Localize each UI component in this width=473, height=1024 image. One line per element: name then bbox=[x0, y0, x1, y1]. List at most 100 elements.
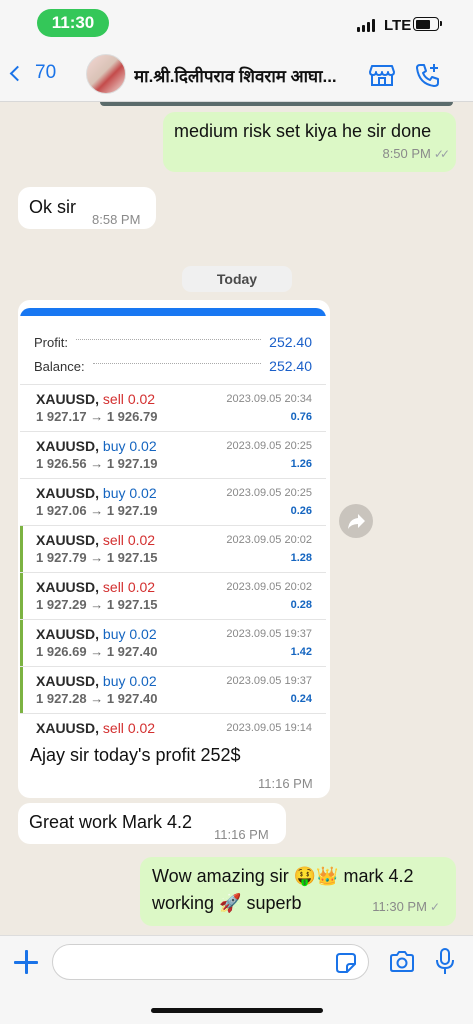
chevron-left-icon bbox=[9, 65, 26, 81]
trade-prices: 1 926.69 → 1 927.40 bbox=[36, 644, 158, 659]
trade-prices: 1 927.17 → 1 926.79 bbox=[36, 409, 158, 424]
message-text: Ok sir bbox=[29, 197, 76, 217]
message-time: 11:16 PM bbox=[214, 827, 269, 842]
trade-symbol-line: XAUUSD, buy 0.02 bbox=[36, 626, 157, 642]
profit-row: Profit: 252.40 bbox=[34, 330, 312, 354]
balance-row: Balance: 252.40 bbox=[34, 354, 312, 378]
trade-date: 2023.09.05 20:02 bbox=[226, 534, 312, 546]
home-indicator bbox=[151, 1008, 323, 1013]
trade-row: XAUUSD, sell 0.02 2023.09.05 19:14 bbox=[20, 713, 326, 740]
trade-profit: 1.28 bbox=[290, 552, 312, 564]
message-incoming[interactable]: Ok sir 8:58 PM bbox=[18, 187, 156, 229]
message-text: Great work Mark 4.2 bbox=[29, 812, 193, 832]
trade-prices: 1 927.29 → 1 927.15 bbox=[36, 597, 158, 612]
plus-icon[interactable] bbox=[14, 950, 38, 974]
trade-lot: 0.02 bbox=[127, 720, 156, 736]
message-outgoing[interactable]: Wow amazing sir 🤑👑 mark 4.2 working 🚀 su… bbox=[140, 857, 456, 926]
forward-icon bbox=[348, 514, 365, 529]
message-meta: 8:50 PM ✓✓ bbox=[382, 141, 450, 167]
trade-side: buy bbox=[102, 438, 126, 454]
card-header-strip bbox=[20, 308, 326, 316]
trade-history-screenshot[interactable]: Profit: 252.40 Balance: 252.40 XAUUSD, s… bbox=[20, 308, 326, 740]
trade-prices: 1 927.79 → 1 927.15 bbox=[36, 550, 158, 565]
camera-icon[interactable] bbox=[388, 949, 416, 975]
trade-profit: 0.26 bbox=[290, 505, 312, 517]
message-time: 11:16 PM bbox=[258, 776, 313, 791]
account-summary: Profit: 252.40 Balance: 252.40 bbox=[20, 316, 326, 384]
message-time: 11:30 PM bbox=[372, 899, 427, 914]
status-time: 11:30 bbox=[37, 9, 109, 37]
message-text-line1: Wow amazing sir 🤑👑 mark 4.2 bbox=[152, 866, 414, 886]
trade-symbol-line: XAUUSD, sell 0.02 bbox=[36, 579, 155, 595]
trade-symbol-line: XAUUSD, sell 0.02 bbox=[36, 532, 155, 548]
contact-name[interactable]: मा.श्री.दिलीपराव शिवराम आघा... bbox=[134, 64, 356, 87]
trade-date: 2023.09.05 19:37 bbox=[226, 628, 312, 640]
trade-profit: 0.28 bbox=[290, 599, 312, 611]
trade-prices: 1 927.06 → 1 927.19 bbox=[36, 503, 158, 518]
previous-media-edge bbox=[100, 102, 453, 106]
message-meta: 11:30 PM ✓ bbox=[372, 894, 440, 920]
unread-count: 70 bbox=[35, 62, 57, 83]
profit-label: Profit: bbox=[34, 334, 68, 350]
trade-lot: 0.02 bbox=[129, 626, 157, 642]
trade-symbol: XAUUSD, bbox=[36, 673, 100, 689]
trade-row: XAUUSD, buy 0.02 1 927.06 → 1 927.19 2023.… bbox=[20, 478, 326, 525]
balance-label: Balance: bbox=[34, 358, 85, 374]
trade-row: XAUUSD, buy 0.02 1 926.69 → 1 927.40 2023.… bbox=[20, 619, 326, 666]
trade-profit: 1.26 bbox=[290, 458, 312, 470]
trade-date: 2023.09.05 20:02 bbox=[226, 581, 312, 593]
read-ticks-icon: ✓✓ bbox=[433, 147, 450, 161]
trade-lot: 0.02 bbox=[129, 438, 157, 454]
trade-side: sell bbox=[102, 532, 124, 548]
sent-tick-icon: ✓ bbox=[429, 900, 440, 914]
shop-icon[interactable] bbox=[368, 62, 396, 88]
trade-lot: 0.02 bbox=[127, 532, 156, 548]
trade-lot: 0.02 bbox=[129, 485, 157, 501]
balance-value: 252.40 bbox=[269, 358, 312, 374]
trade-row: XAUUSD, sell 0.02 1 927.79 → 1 927.15 2023… bbox=[20, 525, 326, 572]
avatar[interactable] bbox=[86, 54, 126, 94]
message-input[interactable] bbox=[52, 944, 369, 980]
trade-date: 2023.09.05 20:25 bbox=[226, 440, 312, 452]
trade-date: 2023.09.05 19:37 bbox=[226, 675, 312, 687]
trade-profit: 1.42 bbox=[290, 646, 312, 658]
trade-profit: 0.24 bbox=[290, 693, 312, 705]
trade-side: buy bbox=[102, 626, 126, 642]
trade-side: buy bbox=[102, 673, 126, 689]
add-call-icon[interactable] bbox=[414, 62, 442, 88]
trade-symbol: XAUUSD, bbox=[36, 720, 100, 736]
date-separator: Today bbox=[182, 266, 292, 292]
microphone-icon[interactable] bbox=[434, 947, 456, 977]
battery-icon bbox=[413, 17, 442, 31]
trade-row: XAUUSD, buy 0.02 1 926.56 → 1 927.19 2023.… bbox=[20, 431, 326, 478]
message-text-line2: working 🚀 superb bbox=[152, 893, 302, 913]
trade-symbol: XAUUSD, bbox=[36, 579, 100, 595]
message-time: 8:58 PM bbox=[92, 212, 141, 227]
signal-icon bbox=[357, 19, 375, 32]
message-time: 8:50 PM bbox=[382, 146, 431, 161]
forward-button[interactable] bbox=[339, 504, 373, 538]
message-incoming[interactable]: Great work Mark 4.2 11:16 PM bbox=[18, 803, 286, 844]
trade-side: buy bbox=[102, 485, 126, 501]
trade-symbol-line: XAUUSD, buy 0.02 bbox=[36, 438, 157, 454]
image-caption: Ajay sir today's profit 252$ bbox=[30, 745, 241, 765]
status-bar: 11:30 LTE bbox=[0, 0, 473, 48]
network-label: LTE bbox=[384, 17, 412, 34]
trade-date: 2023.09.05 20:34 bbox=[226, 393, 312, 405]
trade-symbol: XAUUSD, bbox=[36, 438, 100, 454]
trade-date: 2023.09.05 19:14 bbox=[226, 722, 312, 734]
trade-symbol-line: XAUUSD, sell 0.02 bbox=[36, 720, 155, 736]
trade-row: XAUUSD, buy 0.02 1 927.28 → 1 927.40 2023.… bbox=[20, 666, 326, 713]
trade-prices: 1 927.28 → 1 927.40 bbox=[36, 691, 158, 706]
profit-value: 252.40 bbox=[269, 334, 312, 350]
trade-side: sell bbox=[102, 391, 124, 407]
sticker-icon[interactable] bbox=[334, 951, 358, 975]
back-button[interactable]: 70 bbox=[9, 62, 57, 84]
trade-lot: 0.02 bbox=[127, 391, 156, 407]
chat-header: 70 मा.श्री.दिलीपराव शिवराम आघा... bbox=[0, 48, 473, 102]
trade-profit: 0.76 bbox=[290, 411, 312, 423]
trade-symbol: XAUUSD, bbox=[36, 391, 100, 407]
trade-lot: 0.02 bbox=[129, 673, 157, 689]
message-outgoing[interactable]: medium risk set kiya he sir done 8:50 PM… bbox=[163, 112, 456, 172]
trade-symbol: XAUUSD, bbox=[36, 485, 100, 501]
